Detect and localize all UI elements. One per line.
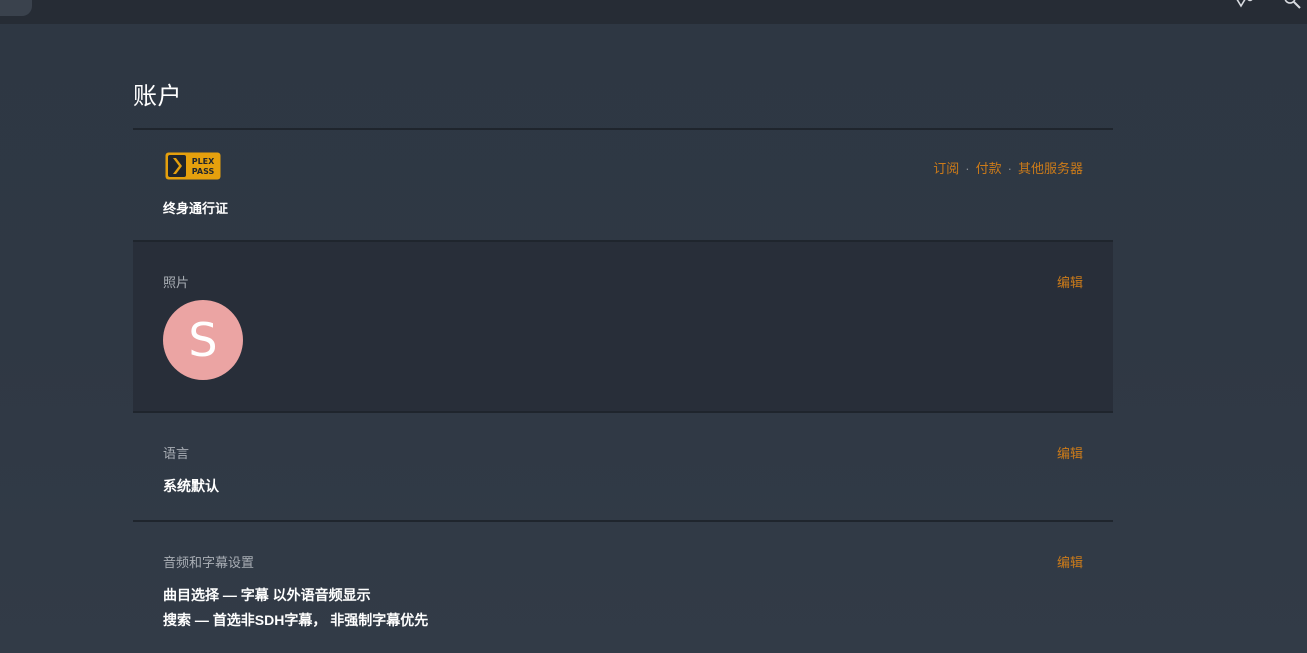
- top-bar-tab[interactable]: [0, 0, 32, 16]
- top-bar: [0, 0, 1307, 24]
- photo-section: 照片 编辑 S: [133, 240, 1113, 413]
- audio-subtitle-line-2: 搜索 — 首选非SDH字幕， 非强制字幕优先: [163, 612, 429, 628]
- audio-subtitle-edit-button[interactable]: 编辑: [1057, 552, 1083, 571]
- audio-subtitle-line-1: 曲目选择 — 字幕 以外语音频显示: [163, 587, 371, 603]
- language-label: 语言: [163, 446, 190, 461]
- plex-pass-logo-top: PLEX: [192, 157, 215, 166]
- page-title: 账户: [133, 83, 182, 110]
- language-edit-button[interactable]: 编辑: [1057, 443, 1083, 462]
- plex-pass-section: PLEX PASS 订阅 · 付款 · 其他服务器 终身通行证: [133, 128, 1113, 242]
- language-value: 系统默认: [163, 478, 219, 494]
- audio-subtitle-label: 音频和字幕设置: [163, 555, 255, 570]
- link-separator: ·: [965, 161, 970, 176]
- plex-pass-value: 终身通行证: [163, 201, 229, 216]
- audio-subtitle-section: 音频和字幕设置 编辑 曲目选择 — 字幕 以外语音频显示 搜索 — 首选非SDH…: [133, 520, 1113, 653]
- activity-icon[interactable]: [1233, 0, 1255, 10]
- plex-pass-links: 订阅 · 付款 · 其他服务器: [933, 158, 1083, 177]
- photo-edit-button[interactable]: 编辑: [1057, 272, 1083, 291]
- settings-icon[interactable]: [1282, 0, 1304, 10]
- other-servers-link[interactable]: 其他服务器: [1018, 161, 1083, 176]
- language-section: 语言 编辑 系统默认: [133, 411, 1113, 522]
- link-separator: ·: [1007, 161, 1012, 176]
- payment-link[interactable]: 付款: [976, 161, 1002, 176]
- subscribe-link[interactable]: 订阅: [933, 161, 959, 176]
- plex-pass-logo-icon: PLEX PASS: [165, 152, 221, 180]
- plex-pass-logo-bottom: PASS: [192, 167, 215, 176]
- photo-label: 照片: [163, 275, 190, 290]
- avatar: S: [163, 300, 243, 380]
